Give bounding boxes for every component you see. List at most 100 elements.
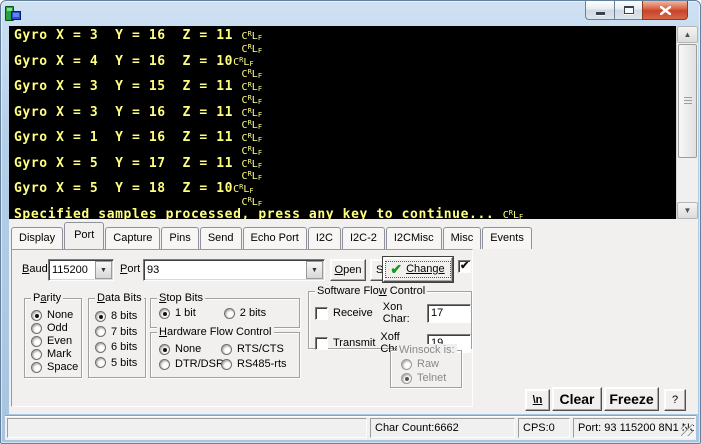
radio-label: Space (47, 361, 78, 373)
radio-button-icon[interactable] (31, 336, 42, 347)
radio-5-bits[interactable]: 5 bits (95, 357, 145, 369)
group-title: Winsock is: (397, 344, 457, 356)
radio-mark[interactable]: Mark (31, 348, 81, 360)
newline-button[interactable]: \n (525, 389, 550, 411)
arrow-up-icon: ▲ (684, 30, 692, 39)
radio-space[interactable]: Space (31, 361, 81, 373)
scrollbar-thumb[interactable] (678, 44, 697, 158)
tab-i2c-2[interactable]: I2C-2 (342, 227, 385, 249)
close-button[interactable] (642, 1, 688, 20)
minimize-button[interactable] (585, 1, 614, 20)
radio-2-bits[interactable]: 2 bits (224, 307, 266, 319)
stop-bits-group: Stop Bits1 bit2 bits (150, 298, 300, 328)
terminal-line: CRLF (14, 194, 676, 207)
radio-none[interactable]: None (159, 343, 221, 355)
tab-page: DisplayPortCapturePinsSendEcho PortI2CI2… (9, 219, 698, 414)
change-checkbox[interactable] (458, 260, 471, 273)
xon-char-input[interactable] (427, 304, 471, 323)
open-button[interactable]: Open (330, 259, 366, 281)
radio-button-icon[interactable] (159, 359, 170, 370)
radio-label: 8 bits (111, 310, 137, 322)
radio-8-bits[interactable]: 8 bits (95, 310, 145, 322)
radio-button-icon[interactable] (95, 311, 106, 322)
terminal-line: Specified samples processed, press any k… (14, 207, 676, 220)
tab-send[interactable]: Send (200, 227, 242, 249)
tab-pins[interactable]: Pins (161, 227, 198, 249)
clear-button[interactable]: Clear (552, 387, 602, 411)
tab-capture[interactable]: Capture (105, 227, 160, 249)
radio-button-icon[interactable] (95, 342, 106, 353)
terminal-output[interactable]: Gyro X = 3 Y = 16 Z = 11 CRLF CRLFGyro X… (9, 26, 676, 219)
hardware-flow-control-group: Hardware Flow ControlNoneRTS/CTSDTR/DSRR… (150, 332, 300, 378)
tab-echo-port[interactable]: Echo Port (243, 227, 307, 249)
tab-events[interactable]: Events (482, 227, 532, 249)
terminal-line: CRLF (14, 168, 676, 181)
radio-dtr-dsr[interactable]: DTR/DSR (159, 358, 221, 370)
radio-telnet: Telnet (401, 372, 461, 384)
tab-i2c[interactable]: I2C (308, 227, 341, 249)
terminal-scrollbar[interactable]: ▲ ▼ (676, 26, 698, 219)
check-icon: ✔ (390, 264, 402, 274)
crlf-marker: CRLF (503, 210, 524, 220)
radio-label: 7 bits (111, 326, 137, 338)
terminal-line: CRLF (14, 66, 676, 79)
tab-port[interactable]: Port (64, 222, 104, 249)
radio-odd[interactable]: Odd (31, 322, 81, 334)
radio-rs485-rts[interactable]: RS485-rts (221, 358, 299, 370)
radio-6-bits[interactable]: 6 bits (95, 341, 145, 353)
change-button[interactable]: ✔Change (383, 257, 453, 282)
radio-none[interactable]: None (31, 309, 81, 321)
terminal-line: Gyro X = 1 Y = 16 Z = 11 CRLF (14, 130, 676, 143)
radio-button-icon[interactable] (159, 308, 170, 319)
terminal-line: Gyro X = 5 Y = 18 Z = 10CRLF (14, 181, 676, 194)
radio-button-icon[interactable] (31, 323, 42, 334)
radio-button-icon[interactable] (159, 344, 170, 355)
transmit-checkbox[interactable] (315, 337, 328, 350)
baud-label: Baud (22, 263, 48, 275)
radio-button-icon[interactable] (95, 326, 106, 337)
tab-misc[interactable]: Misc (443, 227, 482, 249)
close-icon (660, 6, 671, 15)
radio-button-icon[interactable] (221, 344, 232, 355)
radio-label: DTR/DSR (175, 358, 224, 370)
radio-button-icon[interactable] (31, 362, 42, 373)
radio-1-bit[interactable]: 1 bit (159, 307, 196, 319)
radio-button-icon[interactable] (31, 349, 42, 360)
radio-7-bits[interactable]: 7 bits (95, 326, 145, 338)
radio-even[interactable]: Even (31, 335, 81, 347)
terminal-panel: Gyro X = 3 Y = 16 Z = 11 CRLF CRLFGyro X… (9, 26, 698, 219)
port-status: Port: 93 115200 8N1 No (573, 418, 695, 438)
scrollbar-track[interactable] (677, 43, 698, 202)
radio-button-icon[interactable] (221, 359, 232, 370)
char-count: Char Count:6662 (370, 418, 515, 438)
radio-button-icon[interactable] (224, 308, 235, 319)
scroll-up-button[interactable]: ▲ (677, 26, 698, 43)
radio-label: Telnet (417, 372, 446, 384)
help-button[interactable]: ? (664, 389, 686, 411)
radio-label: RS485-rts (237, 358, 287, 370)
tab-i2cmisc[interactable]: I2CMisc (386, 227, 442, 249)
maximize-button[interactable] (614, 1, 642, 20)
receive-checkbox[interactable] (315, 307, 328, 320)
port-combobox[interactable]: 93 ▼ (143, 259, 325, 281)
group-title: Hardware Flow Control (157, 326, 274, 338)
scroll-down-button[interactable]: ▼ (677, 202, 698, 219)
radio-label: Raw (417, 358, 439, 370)
radio-button-icon[interactable] (95, 357, 106, 368)
app-icon (4, 5, 22, 23)
radio-button-icon[interactable] (31, 310, 42, 321)
grip-icon (684, 97, 692, 105)
radio-button-icon (401, 359, 412, 370)
port-label: Port (120, 263, 140, 275)
chevron-down-icon[interactable]: ▼ (306, 261, 323, 279)
baud-combobox[interactable]: 115200 ▼ (48, 259, 114, 281)
terminal-line: Gyro X = 5 Y = 17 Z = 11 CRLF (14, 156, 676, 169)
resize-grip-icon[interactable] (681, 424, 693, 436)
radio-raw: Raw (401, 358, 461, 370)
software-flow-control-group: Software Flow Control Receive Xon Char: … (308, 291, 472, 349)
titlebar[interactable] (1, 1, 700, 26)
chevron-down-icon[interactable]: ▼ (95, 261, 112, 279)
freeze-button[interactable]: Freeze (604, 387, 659, 411)
tab-display[interactable]: Display (11, 227, 63, 249)
radio-rts-cts[interactable]: RTS/CTS (221, 343, 299, 355)
